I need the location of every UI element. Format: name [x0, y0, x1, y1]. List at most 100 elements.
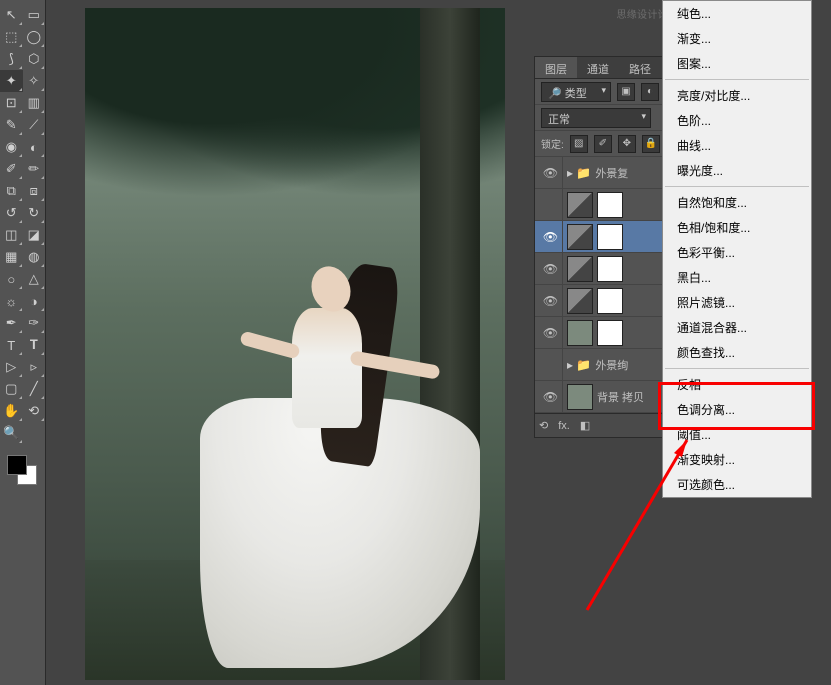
direct-select-tool[interactable]: ▹ [23, 356, 46, 378]
eyedropper-tool[interactable]: ✎ [0, 114, 23, 136]
crop-tool[interactable]: ⊡ [0, 92, 23, 114]
menu-item[interactable]: 自然饱和度... [663, 190, 811, 215]
menu-item[interactable]: 色调分离... [663, 397, 811, 422]
history-brush-tool[interactable]: ↺ [0, 202, 23, 224]
slice-tool[interactable]: ▥ [23, 92, 46, 114]
menu-item[interactable]: 纯色... [663, 1, 811, 26]
type-mask-tool[interactable]: 𝐓 [23, 334, 46, 356]
menu-item[interactable]: 可选颜色... [663, 472, 811, 497]
patch-tool[interactable]: ◐ [23, 136, 46, 158]
layer-thumbnail[interactable] [567, 256, 593, 282]
burn-tool[interactable]: ◑ [23, 290, 46, 312]
layer-thumbnail[interactable] [567, 224, 593, 250]
foreground-color-swatch[interactable] [7, 455, 27, 475]
shape-tool[interactable]: ▢ [0, 378, 23, 400]
lasso-tool[interactable]: ⟆ [0, 48, 23, 70]
menu-item[interactable]: 颜色查找... [663, 340, 811, 365]
menu-item[interactable]: 曲线... [663, 133, 811, 158]
clone-tool[interactable]: ⧉ [0, 180, 23, 202]
zoom-tool[interactable]: 🔍 [0, 422, 23, 444]
layer-mask-icon[interactable]: ◧ [580, 419, 590, 432]
filter-pixel-icon[interactable]: ▣ [617, 83, 635, 101]
tools-toolbar: ↖▭⬚◯⟆⬡✦✧⊡▥✎⟋◉◐✐✏⧉⧈↺↻◫◪▦◍○△☼◑✒✑T𝐓▷▹▢╱✋⟲🔍 [0, 0, 46, 685]
menu-item[interactable]: 黑白... [663, 265, 811, 290]
layer-mask-thumbnail[interactable] [597, 288, 623, 314]
blur-tool[interactable]: ○ [0, 268, 23, 290]
visibility-toggle[interactable]: 👁 [539, 317, 563, 348]
menu-item[interactable]: 亮度/对比度... [663, 83, 811, 108]
lock-all-icon[interactable]: 🔒 [642, 135, 660, 153]
visibility-toggle[interactable]: 👁 [539, 221, 563, 252]
layer-fx-icon[interactable]: fx. [558, 420, 570, 432]
ellipse-marquee-tool[interactable]: ◯ [23, 26, 46, 48]
menu-item[interactable]: 曝光度... [663, 158, 811, 183]
menu-item[interactable]: 反相 [663, 372, 811, 397]
quick-select-tool[interactable]: ✧ [23, 70, 46, 92]
menu-item[interactable]: 通道混合器... [663, 315, 811, 340]
visibility-toggle[interactable] [539, 189, 563, 220]
move-tool[interactable]: ↖ [0, 4, 23, 26]
layer-mask-thumbnail[interactable] [597, 224, 623, 250]
visibility-toggle[interactable]: 👁 [539, 253, 563, 284]
pattern-stamp-tool[interactable]: ⧈ [23, 180, 46, 202]
art-history-tool[interactable]: ↻ [23, 202, 46, 224]
menu-item[interactable]: 照片滤镜... [663, 290, 811, 315]
menu-item[interactable]: 色彩平衡... [663, 240, 811, 265]
gradient-tool[interactable]: ▦ [0, 246, 23, 268]
visibility-toggle[interactable]: 👁 [539, 285, 563, 316]
artboard-tool[interactable]: ▭ [23, 4, 46, 26]
pencil-tool[interactable]: ✏ [23, 158, 46, 180]
layer-thumbnail[interactable] [567, 288, 593, 314]
layer-thumbnail[interactable] [567, 320, 593, 346]
paint-bucket-tool[interactable]: ◍ [23, 246, 46, 268]
dodge-tool[interactable]: ☼ [0, 290, 23, 312]
visibility-toggle[interactable]: 👁 [539, 381, 563, 412]
menu-item[interactable]: 阈值... [663, 422, 811, 447]
brush-tool[interactable]: ✐ [0, 158, 23, 180]
lock-pixels-icon[interactable]: ✐ [594, 135, 612, 153]
layer-thumbnail[interactable] [567, 192, 593, 218]
pen-tool[interactable]: ✒ [0, 312, 23, 334]
ruler-tool[interactable]: ⟋ [23, 114, 46, 136]
tab-paths[interactable]: 路径 [619, 57, 661, 78]
hand-tool[interactable]: ✋ [0, 400, 23, 422]
line-tool[interactable]: ╱ [23, 378, 46, 400]
freeform-pen-tool[interactable]: ✑ [23, 312, 46, 334]
layer-thumbnail[interactable] [567, 384, 593, 410]
lock-transparent-icon[interactable]: ▨ [570, 135, 588, 153]
magic-wand-tool[interactable]: ✦ [0, 70, 23, 92]
type-tool[interactable]: T [0, 334, 23, 356]
lock-position-icon[interactable]: ✥ [618, 135, 636, 153]
visibility-toggle[interactable]: 👁 [539, 157, 563, 188]
tab-channels[interactable]: 通道 [577, 57, 619, 78]
eraser-tool[interactable]: ◫ [0, 224, 23, 246]
spacer-tool[interactable] [23, 422, 46, 444]
layer-mask-thumbnail[interactable] [597, 320, 623, 346]
menu-separator [665, 368, 809, 369]
sharpen-tool[interactable]: △ [23, 268, 46, 290]
poly-lasso-tool[interactable]: ⬡ [23, 48, 46, 70]
layer-mask-thumbnail[interactable] [597, 256, 623, 282]
menu-separator [665, 186, 809, 187]
canvas[interactable] [85, 8, 505, 680]
tab-layers[interactable]: 图层 [535, 57, 577, 78]
rect-marquee-tool[interactable]: ⬚ [0, 26, 23, 48]
menu-separator [665, 79, 809, 80]
visibility-toggle[interactable] [539, 349, 563, 380]
menu-item[interactable]: 色阶... [663, 108, 811, 133]
photo-torso [292, 308, 362, 428]
menu-item[interactable]: 渐变映射... [663, 447, 811, 472]
spot-heal-tool[interactable]: ◉ [0, 136, 23, 158]
menu-item[interactable]: 色相/饱和度... [663, 215, 811, 240]
link-layers-icon[interactable]: ⟲ [539, 419, 548, 432]
menu-item[interactable]: 图案... [663, 51, 811, 76]
path-select-tool[interactable]: ▷ [0, 356, 23, 378]
layer-mask-thumbnail[interactable] [597, 192, 623, 218]
filter-adj-icon[interactable]: ◐ [641, 83, 659, 101]
rotate-view-tool[interactable]: ⟲ [23, 400, 46, 422]
bg-eraser-tool[interactable]: ◪ [23, 224, 46, 246]
menu-item[interactable]: 渐变... [663, 26, 811, 51]
layer-filter-dropdown[interactable]: 🔎 类型 [541, 82, 611, 102]
blend-mode-dropdown[interactable]: 正常 [541, 108, 651, 128]
folder-icon: ▸ 📁 [567, 166, 591, 180]
